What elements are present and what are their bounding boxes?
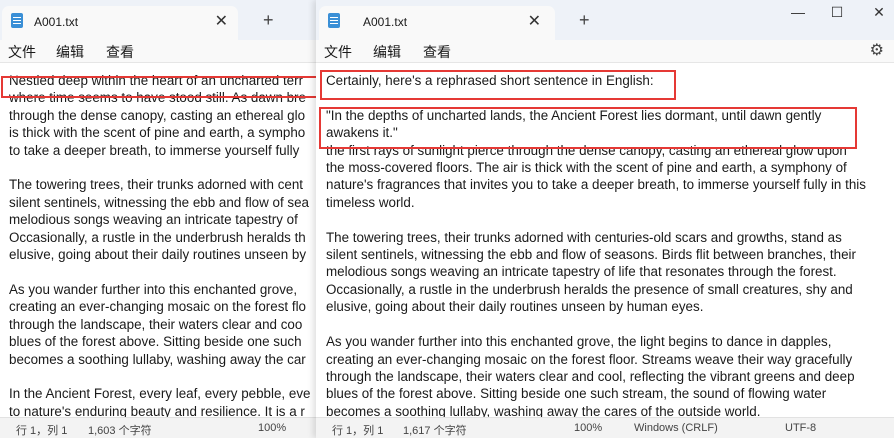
text-line: Nestled deep within the heart of an unch… xyxy=(9,73,304,88)
menu-bar: 文件 编辑 查看 xyxy=(0,40,316,63)
tab-title: A001.txt xyxy=(34,15,79,29)
text-line: becomes a soothing lullaby, washing away… xyxy=(9,351,306,367)
status-zoom: 100% xyxy=(258,422,287,434)
text-line: where time seems to have stood still. As… xyxy=(9,90,306,106)
text-line: blues of the forest above. Sitting besid… xyxy=(9,334,302,350)
text-line: the first rays of sunlight pierce throug… xyxy=(326,142,847,158)
text-line: creating an ever-changing mosaic on the … xyxy=(326,351,853,367)
text-line: silent sentinels, witnessing the ebb and… xyxy=(326,247,856,263)
tab-a001[interactable]: A001.txt ✕ xyxy=(319,6,555,40)
status-char-count: 1,617 个字符 xyxy=(403,425,467,437)
text-line: through the dense canopy, casting an eth… xyxy=(9,107,306,123)
title-bar: A001.txt ✕ + — ☐ ✕ xyxy=(316,0,894,40)
tab-a001[interactable]: A001.txt ✕ xyxy=(2,6,238,40)
minimize-button[interactable]: — xyxy=(783,4,813,20)
text-line: elusive, going about their daily routine… xyxy=(326,299,704,315)
menu-file[interactable]: 文件 xyxy=(324,42,352,62)
menu-edit[interactable]: 编辑 xyxy=(373,42,401,62)
menu-edit[interactable]: 编辑 xyxy=(56,42,84,62)
text-line xyxy=(9,263,310,280)
status-bar: 行 1，列 1 1,617 个字符 100% Windows (CRLF) UT… xyxy=(316,417,894,438)
notepad-window-left: A001.txt ✕ + 文件 编辑 查看 Nestled deep withi… xyxy=(0,0,317,438)
status-encoding: UTF-8 xyxy=(785,422,817,434)
text-line xyxy=(326,316,866,333)
text-line: through the landscape, their waters clea… xyxy=(326,368,855,384)
text-line: Occasionally, a rustle in the underbrush… xyxy=(326,281,853,297)
status-char-count: 1,603 个字符 xyxy=(88,425,152,437)
menu-file[interactable]: 文件 xyxy=(8,42,36,62)
close-window-button[interactable]: ✕ xyxy=(864,4,894,21)
text-line: As you wander further into this enchante… xyxy=(326,334,832,350)
editor-text: Certainly, here's a rephrased short sent… xyxy=(326,72,866,418)
text-line: creating an ever-changing mosaic on the … xyxy=(9,299,306,315)
close-tab-icon[interactable]: ✕ xyxy=(528,11,541,31)
text-line: to take a deeper breath, to immerse your… xyxy=(9,142,300,158)
text-editor[interactable]: Certainly, here's a rephrased short sent… xyxy=(316,68,894,418)
text-line: through the landscape, their waters clea… xyxy=(9,316,303,332)
status-position: 行 1，列 1 xyxy=(332,425,384,437)
text-line: is thick with the scent of pine and eart… xyxy=(9,125,306,141)
title-bar: A001.txt ✕ + xyxy=(0,0,316,40)
text-line: melodious songs weaving an intricate tap… xyxy=(326,264,837,280)
text-line: becomes a soothing lullaby, washing away… xyxy=(326,403,761,418)
notepad-icon xyxy=(328,13,340,28)
status-bar: 行 1，列 1 1,603 个字符 100% xyxy=(0,417,316,438)
new-tab-button[interactable]: + xyxy=(579,10,590,31)
text-editor[interactable]: Nestled deep within the heart of an unch… xyxy=(0,68,316,418)
text-line: As you wander further into this enchante… xyxy=(9,281,298,297)
tab-title: A001.txt xyxy=(363,15,408,29)
text-line: The towering trees, their trunks adorned… xyxy=(9,177,303,193)
text-line: In the Ancient Forest, every leaf, every… xyxy=(9,386,311,402)
text-line xyxy=(9,368,310,385)
text-line: the moss-covered floors. The air is thic… xyxy=(326,160,847,176)
text-line xyxy=(326,89,866,106)
text-line: melodious songs weaving an intricate tap… xyxy=(9,212,298,228)
text-line: nature's fragrances that invites you to … xyxy=(326,177,866,193)
text-line: Occasionally, a rustle in the underbrush… xyxy=(9,229,306,245)
status-zoom: 100% xyxy=(574,422,603,434)
notepad-window-right: A001.txt ✕ + — ☐ ✕ 文件 编辑 查看 ⚙ Certainly,… xyxy=(316,0,894,438)
menu-bar: 文件 编辑 查看 ⚙ xyxy=(316,40,894,63)
text-line xyxy=(9,159,310,176)
text-line: silent sentinels, witnessing the ebb and… xyxy=(9,194,309,210)
new-tab-button[interactable]: + xyxy=(263,10,274,31)
text-line: elusive, going about their daily routine… xyxy=(9,247,307,263)
status-line-ending: Windows (CRLF) xyxy=(634,422,718,434)
text-line: timeless world. xyxy=(326,194,415,210)
text-line: Certainly, here's a rephrased short sent… xyxy=(326,73,654,88)
menu-view[interactable]: 查看 xyxy=(106,42,134,62)
gear-icon[interactable]: ⚙ xyxy=(870,40,884,60)
text-line: blues of the forest above. Sitting besid… xyxy=(326,386,827,402)
menu-view[interactable]: 查看 xyxy=(423,42,451,62)
editor-text: Nestled deep within the heart of an unch… xyxy=(9,72,310,418)
text-line: "In the depths of uncharted lands, the A… xyxy=(326,107,822,123)
status-position: 行 1，列 1 xyxy=(16,425,68,437)
notepad-icon xyxy=(11,13,23,28)
text-line: awakens it." xyxy=(326,125,398,141)
text-line xyxy=(326,211,866,228)
text-line: to nature's enduring beauty and resilien… xyxy=(9,403,305,418)
close-tab-icon[interactable]: ✕ xyxy=(215,11,228,31)
text-line: The towering trees, their trunks adorned… xyxy=(326,229,842,245)
maximize-button[interactable]: ☐ xyxy=(822,4,852,21)
